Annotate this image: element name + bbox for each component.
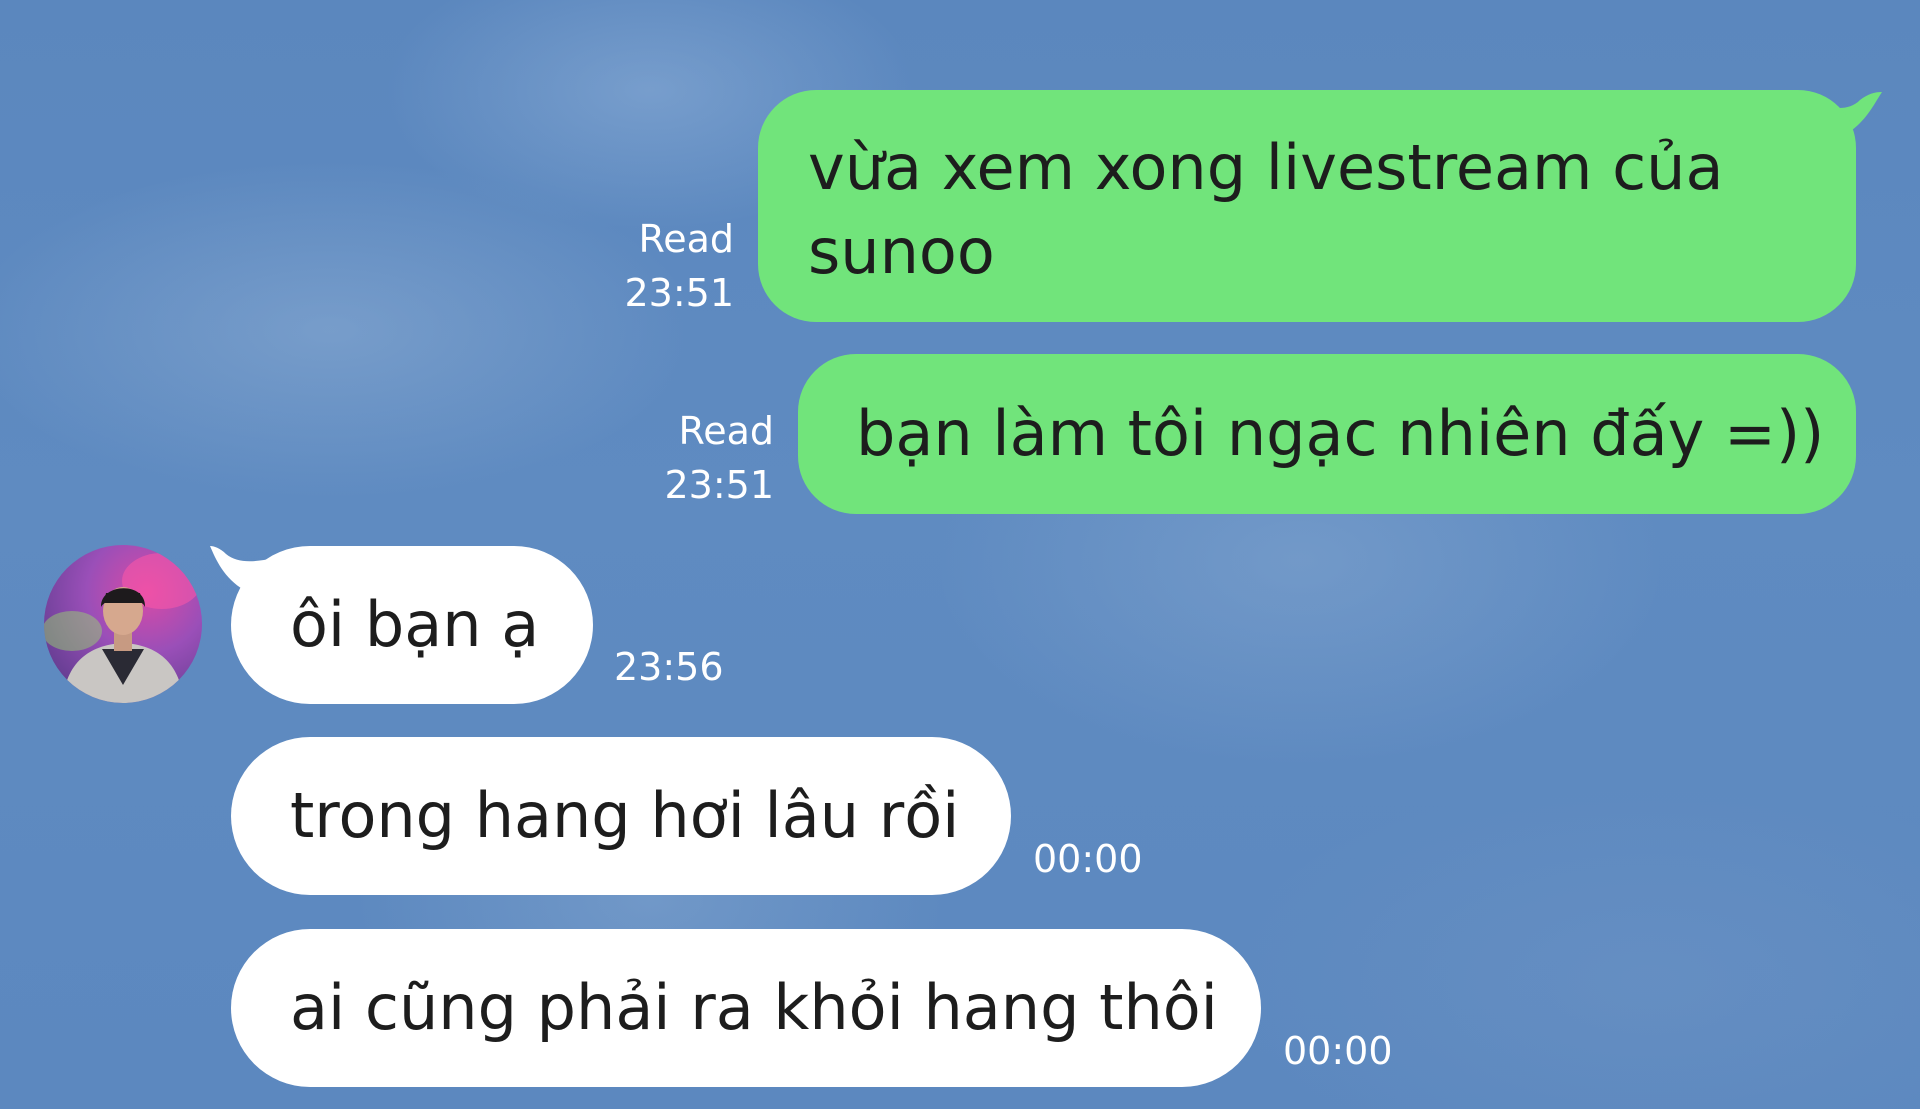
message-time: 00:00 <box>1033 837 1143 881</box>
message-text-line: bạn làm tôi ngạc nhiên đấy =)) <box>856 397 1825 470</box>
incoming-message-bubble[interactable]: ôi bạn ạ <box>231 546 593 704</box>
incoming-message-bubble[interactable]: ai cũng phải ra khỏi hang thôi <box>231 929 1261 1087</box>
message-text-line: trong hang hơi lâu rồi <box>290 779 960 852</box>
message-text-line: ai cũng phải ra khỏi hang thôi <box>290 971 1218 1044</box>
message-time: 23:51 <box>624 271 734 315</box>
contact-avatar[interactable] <box>44 545 202 703</box>
message-time: 23:51 <box>664 463 774 507</box>
message-text-line: ôi bạn ạ <box>290 588 540 661</box>
read-receipt: Read <box>678 409 774 453</box>
message-time: 23:56 <box>614 645 724 689</box>
message-text-line: sunoo <box>808 215 995 288</box>
incoming-message-bubble[interactable]: trong hang hơi lâu rồi <box>231 737 1011 895</box>
message-meta: Read 23:51 <box>560 212 734 320</box>
message-meta: Read 23:51 <box>600 404 774 512</box>
read-receipt: Read <box>638 217 734 261</box>
outgoing-message-bubble[interactable]: vừa xem xong livestream của sunoo <box>758 90 1856 322</box>
avatar-icon <box>44 545 202 703</box>
message-text-line: vừa xem xong livestream của <box>808 131 1724 204</box>
outgoing-message-bubble[interactable]: bạn làm tôi ngạc nhiên đấy =)) <box>798 354 1856 514</box>
message-time: 00:00 <box>1283 1029 1393 1073</box>
